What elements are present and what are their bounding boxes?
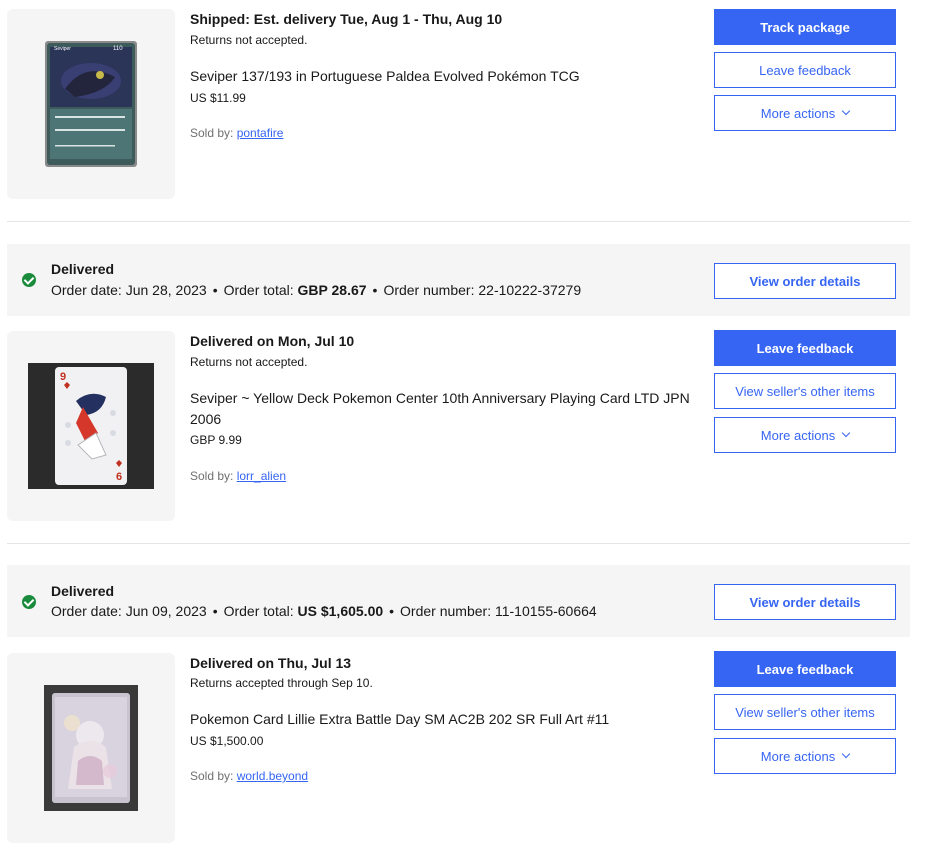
seller-link[interactable]: pontafire <box>237 126 284 140</box>
view-seller-items-label: View seller's other items <box>735 704 875 720</box>
shipping-status: Delivered on Thu, Jul 13 <box>190 655 352 671</box>
seller-link[interactable]: world.beyond <box>237 769 308 783</box>
shipping-status: Shipped: Est. delivery Tue, Aug 1 - Thu,… <box>190 11 503 27</box>
chevron-down-icon <box>841 106 851 116</box>
card-thumb-name: Seviper <box>54 46 71 52</box>
leave-feedback-button[interactable]: Leave feedback <box>714 651 896 687</box>
track-package-button[interactable]: Track package <box>714 9 896 45</box>
order-total-label: Order total: <box>223 282 294 298</box>
order-date: Jun 09, 2023 <box>125 603 207 619</box>
chevron-down-icon <box>841 428 851 438</box>
view-order-details-label: View order details <box>749 594 861 610</box>
item-title-link[interactable]: Pokemon Card Lillie Extra Battle Day SM … <box>190 709 690 730</box>
returns-policy: Returns not accepted. <box>190 33 308 47</box>
order-total: US $1,605.00 <box>297 603 384 619</box>
more-actions-label: More actions <box>760 427 836 443</box>
order-status: Delivered <box>51 583 115 599</box>
card-rank-top: 9 <box>60 371 66 383</box>
item-price: US $11.99 <box>190 91 246 105</box>
leave-feedback-label: Leave feedback <box>756 340 854 356</box>
more-actions-button[interactable]: More actions <box>714 417 896 453</box>
order-number-label: Order number: <box>383 282 475 298</box>
leave-feedback-button[interactable]: Leave feedback <box>714 330 896 366</box>
view-order-details-button[interactable]: View order details <box>714 584 896 620</box>
returns-policy: Returns not accepted. <box>190 355 308 369</box>
order-number: 22-10222-37279 <box>478 282 582 298</box>
order-divider <box>7 543 910 544</box>
order-meta: Order date: Jun 28, 2023 • Order total: GB… <box>51 282 582 298</box>
sold-by: Sold by: lorr_alien <box>190 469 286 483</box>
leave-feedback-label: Leave feedback <box>759 62 851 78</box>
chevron-down-icon <box>841 749 851 759</box>
view-seller-items-button[interactable]: View seller's other items <box>714 373 896 409</box>
view-seller-items-label: View seller's other items <box>735 383 875 399</box>
view-seller-items-button[interactable]: View seller's other items <box>714 694 896 730</box>
more-actions-label: More actions <box>760 105 836 121</box>
card-rank-bottom: 6 <box>116 471 122 483</box>
shipping-status: Delivered on Mon, Jul 10 <box>190 333 355 349</box>
leave-feedback-label: Leave feedback <box>756 661 854 677</box>
order-date-label: Order date: <box>51 603 122 619</box>
order-date-label: Order date: <box>51 282 122 298</box>
order-number: 11-10155-60664 <box>494 603 597 619</box>
order-meta: Order date: Jun 09, 2023 • Order total: US… <box>51 603 597 619</box>
order-number-label: Order number: <box>400 603 492 619</box>
view-order-details-button[interactable]: View order details <box>714 263 896 299</box>
seller-link[interactable]: lorr_alien <box>237 469 286 483</box>
check-circle-icon <box>22 273 36 287</box>
card-thumb-hp: 110 <box>113 46 123 52</box>
leave-feedback-button[interactable]: Leave feedback <box>714 52 896 88</box>
track-package-label: Track package <box>760 19 850 35</box>
sold-by: Sold by: world.beyond <box>190 769 308 783</box>
order-total-label: Order total: <box>223 603 294 619</box>
order-total: GBP 28.67 <box>297 282 367 298</box>
sold-by-label: Sold by: <box>190 769 234 783</box>
item-image-lillie-card[interactable] <box>44 685 138 811</box>
more-actions-button[interactable]: More actions <box>714 95 896 131</box>
order-date: Jun 28, 2023 <box>125 282 207 298</box>
sold-by-label: Sold by: <box>190 469 234 483</box>
order-status: Delivered <box>51 261 115 277</box>
sold-by-label: Sold by: <box>190 126 234 140</box>
order-divider <box>7 221 910 222</box>
item-image-seviper-card[interactable]: Seviper 110 <box>45 41 137 167</box>
item-title-link[interactable]: Seviper 137/193 in Portuguese Paldea Evo… <box>190 66 680 87</box>
more-actions-button[interactable]: More actions <box>714 738 896 774</box>
item-title-link[interactable]: Seviper ~ Yellow Deck Pokemon Center 10t… <box>190 388 690 430</box>
more-actions-label: More actions <box>760 748 836 764</box>
item-price: GBP 9.99 <box>190 433 242 447</box>
sold-by: Sold by: pontafire <box>190 126 283 140</box>
item-price: US $1,500.00 <box>190 734 264 748</box>
view-order-details-label: View order details <box>749 273 861 289</box>
check-circle-icon <box>22 595 36 609</box>
item-image-playing-card[interactable]: 9 6 <box>28 363 154 489</box>
returns-policy: Returns accepted through Sep 10. <box>190 676 373 690</box>
